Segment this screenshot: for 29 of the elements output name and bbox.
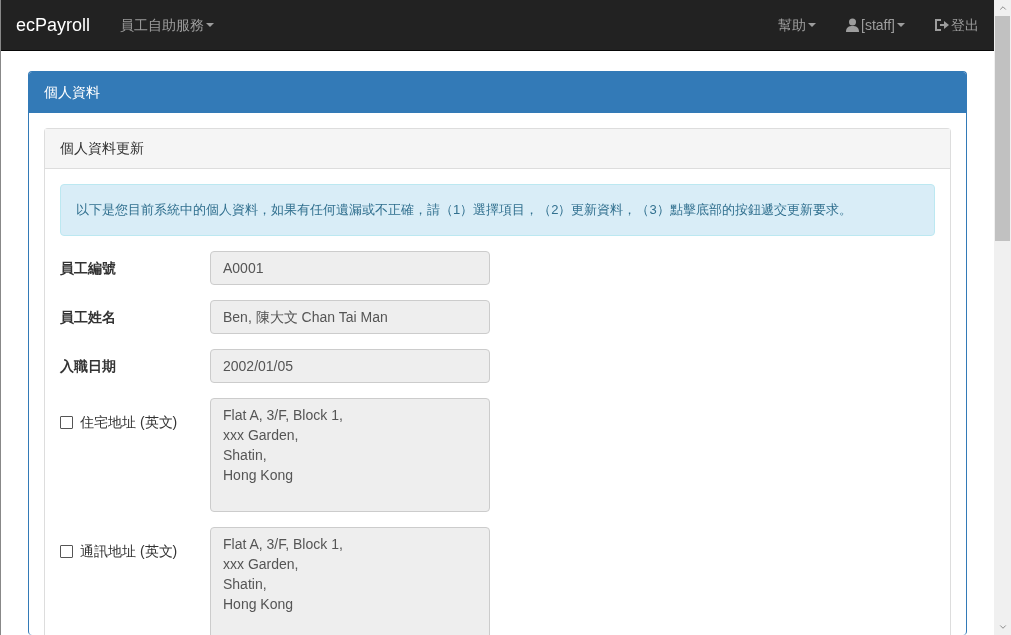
- inner-panel-title: 個人資料更新: [45, 129, 950, 169]
- field-label: 員工編號: [60, 258, 117, 278]
- textarea-field[interactable]: Flat A, 3/F, Block 1, xxx Garden, Shatin, Hong Kong: [210, 398, 490, 512]
- caret-icon: [206, 23, 215, 27]
- brand-logo[interactable]: ecPayroll: [1, 0, 106, 50]
- scroll-down-icon[interactable]: [997, 622, 1008, 632]
- info-alert: 以下是您目前系統中的個人資料，如果有任何遺漏或不正確，請（1）選擇項目，（2）更新資料，（3）點擊底部的按鈕遞交更新要求。: [60, 184, 935, 236]
- user-icon: [846, 18, 859, 32]
- caret-icon: [808, 23, 816, 27]
- nav-dropdown[interactable]: 幫助: [763, 0, 831, 50]
- checkbox[interactable]: [60, 545, 73, 558]
- scroll-up-icon[interactable]: [997, 3, 1008, 13]
- caret-icon: [897, 23, 905, 27]
- field-label: 通訊地址 (英文): [80, 542, 178, 561]
- panel-title: 個人資料: [29, 72, 966, 113]
- field-label: 入職日期: [60, 356, 117, 376]
- input-field[interactable]: A0001: [210, 251, 490, 285]
- input-field[interactable]: 2002/01/05: [210, 349, 490, 383]
- user-menu[interactable]: [staff]: [831, 0, 920, 50]
- input-field[interactable]: Ben, 陳大文 Chan Tai Man: [210, 300, 490, 334]
- scrollbar[interactable]: [994, 0, 1011, 635]
- logout-link[interactable]: 登出: [920, 0, 994, 50]
- checkbox[interactable]: [60, 416, 73, 429]
- field-label: 員工姓名: [60, 307, 117, 327]
- textarea-field[interactable]: Flat A, 3/F, Block 1, xxx Garden, Shatin, Hong Kong: [210, 527, 490, 635]
- scrollbar-thumb[interactable]: [995, 16, 1010, 241]
- logout-icon: [935, 19, 949, 31]
- field-label: 住宅地址 (英文): [80, 413, 178, 432]
- nav-dropdown[interactable]: 員工自助服務: [105, 0, 230, 50]
